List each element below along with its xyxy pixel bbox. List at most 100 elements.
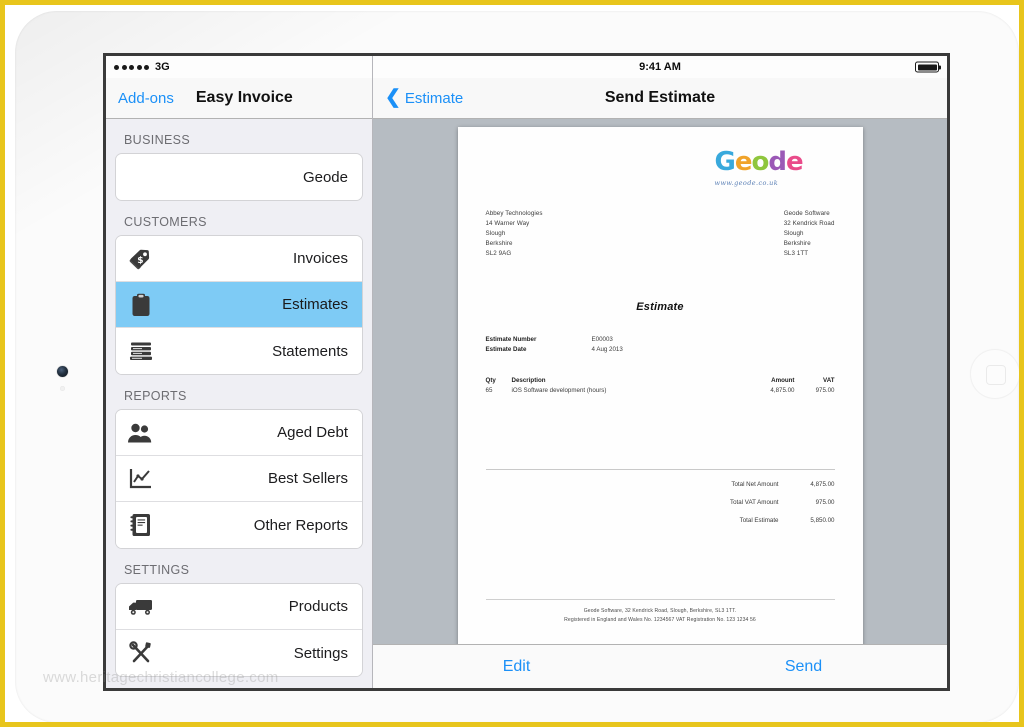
logo-letter: o — [751, 147, 769, 177]
meta-row: Estimate Date 4 Aug 2013 — [486, 345, 835, 355]
document-footer: Geode Software, 32 Kendrick Road, Slough… — [485, 599, 835, 625]
total-value: 5,850.00 — [810, 516, 835, 524]
truck-icon — [126, 593, 156, 621]
column-header-description: Description — [511, 376, 546, 384]
address-line: Geode Software — [783, 210, 830, 217]
address-line: SL3 1TT — [783, 250, 809, 258]
svg-text:$: $ — [137, 256, 143, 266]
logo-letter: G — [714, 147, 736, 177]
signal-strength-icon — [114, 64, 149, 70]
sidebar-item-label: Aged Debt — [277, 424, 348, 441]
back-button-label: Estimate — [404, 89, 464, 107]
group-header-customers: CUSTOMERS — [124, 215, 207, 229]
back-button[interactable]: ❮ Estimate — [385, 86, 464, 108]
chevron-left-icon: ❮ — [385, 86, 401, 108]
address-line: Berkshire — [485, 240, 513, 248]
page-frame: 3G Add-ons Easy Invoice BUSINESS Geode C… — [0, 0, 1024, 727]
footer-line: Geode Software, 32 Kendrick Road, Slough… — [583, 608, 737, 615]
sidebar-item-settings[interactable]: Settings — [116, 630, 362, 676]
logo-letter: e — [734, 147, 753, 177]
total-row: Total VAT Amount 975.00 — [486, 499, 835, 506]
group-card-reports: Aged Debt Best Sellers Other Reports — [115, 409, 363, 549]
table-row: 65 iOS Software development (hours) 4,87… — [486, 386, 835, 397]
sidebar-item-label: Products — [288, 598, 348, 615]
group-card-settings: Products Settings — [115, 583, 363, 677]
detail-navbar: ❮ Estimate Send Estimate — [373, 78, 947, 119]
edit-button[interactable]: Edit — [373, 658, 660, 676]
total-label: Total Estimate — [739, 516, 779, 524]
sidebar-item-estimates[interactable]: Estimates — [116, 282, 362, 328]
estimate-document: Geode www.geode.co.uk Abbey Technologies… — [457, 127, 863, 644]
cell-vat: 975.00 — [815, 387, 835, 395]
cell-qty: 65 — [485, 387, 493, 395]
logo-wordmark: Geode — [714, 147, 804, 177]
company-address: Geode Software 32 Kendrick Road Slough Berk… — [784, 209, 835, 259]
meta-row: Estimate Number E00003 — [486, 335, 835, 345]
group-card-customers: $ Invoices Estimates Statements — [115, 235, 363, 375]
app-title: Easy Invoice — [195, 89, 293, 106]
line-items-header: Qty Description Amount VAT — [486, 376, 835, 387]
sidebar-item-label: Other Reports — [253, 516, 348, 534]
group-card-business: Geode — [115, 153, 363, 201]
totals-divider — [485, 468, 835, 470]
meta-key: Estimate Number — [485, 336, 537, 344]
meta-key: Estimate Date — [485, 346, 527, 354]
total-label: Total Net Amount — [731, 480, 779, 488]
customer-address: Abbey Technologies 14 Warner Way Slough Ber… — [486, 209, 543, 259]
column-header-amount: Amount — [771, 376, 795, 384]
sidebar-item-statements[interactable]: Statements — [116, 328, 362, 374]
total-row: Total Estimate 5,850.00 — [486, 517, 835, 524]
detail-status-bar: 9:41 AM — [373, 56, 947, 78]
sidebar-item-label: Estimates — [282, 296, 348, 313]
sidebar-item-label: Geode — [302, 168, 348, 186]
company-logo: Geode www.geode.co.uk — [715, 149, 835, 187]
carrier-label: 3G — [155, 61, 170, 73]
address-row: Abbey Technologies 14 Warner Way Slough Ber… — [486, 209, 835, 259]
sidebar-item-invoices[interactable]: $ Invoices — [116, 236, 362, 282]
document-header: Geode www.geode.co.uk — [486, 149, 835, 187]
sidebar-scroll-area[interactable]: BUSINESS Geode CUSTOMERS $ Invoices Esti… — [106, 119, 372, 688]
logo-letter: e — [785, 147, 804, 177]
sidebar-item-label: Invoices — [292, 250, 348, 267]
column-header-qty: Qty — [485, 376, 496, 384]
address-line: Slough — [783, 230, 804, 238]
meta-value: E00003 — [591, 336, 613, 344]
price-tag-icon: $ — [126, 245, 156, 273]
total-label: Total VAT Amount — [730, 498, 779, 506]
sidebar-item-label: Settings — [293, 644, 348, 662]
home-button[interactable] — [970, 349, 1019, 399]
group-header-settings: SETTINGS — [124, 563, 190, 577]
battery-icon — [915, 61, 941, 73]
clipboard-icon — [126, 291, 156, 319]
tablet-screen: 3G Add-ons Easy Invoice BUSINESS Geode C… — [103, 53, 950, 691]
tools-icon — [126, 639, 156, 667]
addons-button[interactable]: Add-ons — [118, 90, 174, 107]
sidebar-status-bar: 3G — [106, 56, 372, 78]
ambient-sensor-icon — [60, 386, 65, 391]
column-header-vat: VAT — [823, 376, 835, 384]
address-line: Abbey Technologies — [485, 210, 543, 217]
front-camera-icon — [57, 366, 68, 377]
total-row: Total Net Amount 4,875.00 — [486, 480, 835, 488]
send-button[interactable]: Send — [660, 658, 947, 676]
total-value: 4,875.00 — [810, 480, 835, 488]
clock-label: 9:41 AM — [639, 61, 681, 73]
cell-description: iOS Software development (hours) — [511, 387, 607, 395]
stacked-papers-icon — [126, 337, 156, 365]
group-header-reports: REPORTS — [124, 389, 187, 403]
cell-amount: 4,875.00 — [770, 387, 795, 395]
footer-line: Registered in England and Wales No. 1234… — [564, 617, 756, 624]
meta-value: 4 Aug 2013 — [591, 346, 623, 354]
sidebar-item-other-reports[interactable]: Other Reports — [116, 502, 362, 548]
document-scroll-area[interactable]: Geode www.geode.co.uk Abbey Technologies… — [373, 119, 947, 644]
sidebar-navbar: Add-ons Easy Invoice — [106, 78, 372, 119]
sidebar-item-best-sellers[interactable]: Best Sellers — [116, 456, 362, 502]
document-type-heading: Estimate — [636, 301, 684, 314]
detail-pane: 9:41 AM ❮ Estimate Send Estimate Geode w… — [373, 56, 947, 688]
address-line: 32 Kendrick Road — [783, 220, 835, 228]
address-line: SL2 9AG — [485, 250, 512, 258]
group-header-business: BUSINESS — [124, 133, 191, 147]
sidebar-item-aged-debt[interactable]: Aged Debt — [116, 410, 362, 456]
sidebar-item-geode[interactable]: Geode — [116, 154, 362, 200]
sidebar-item-products[interactable]: Products — [116, 584, 362, 630]
